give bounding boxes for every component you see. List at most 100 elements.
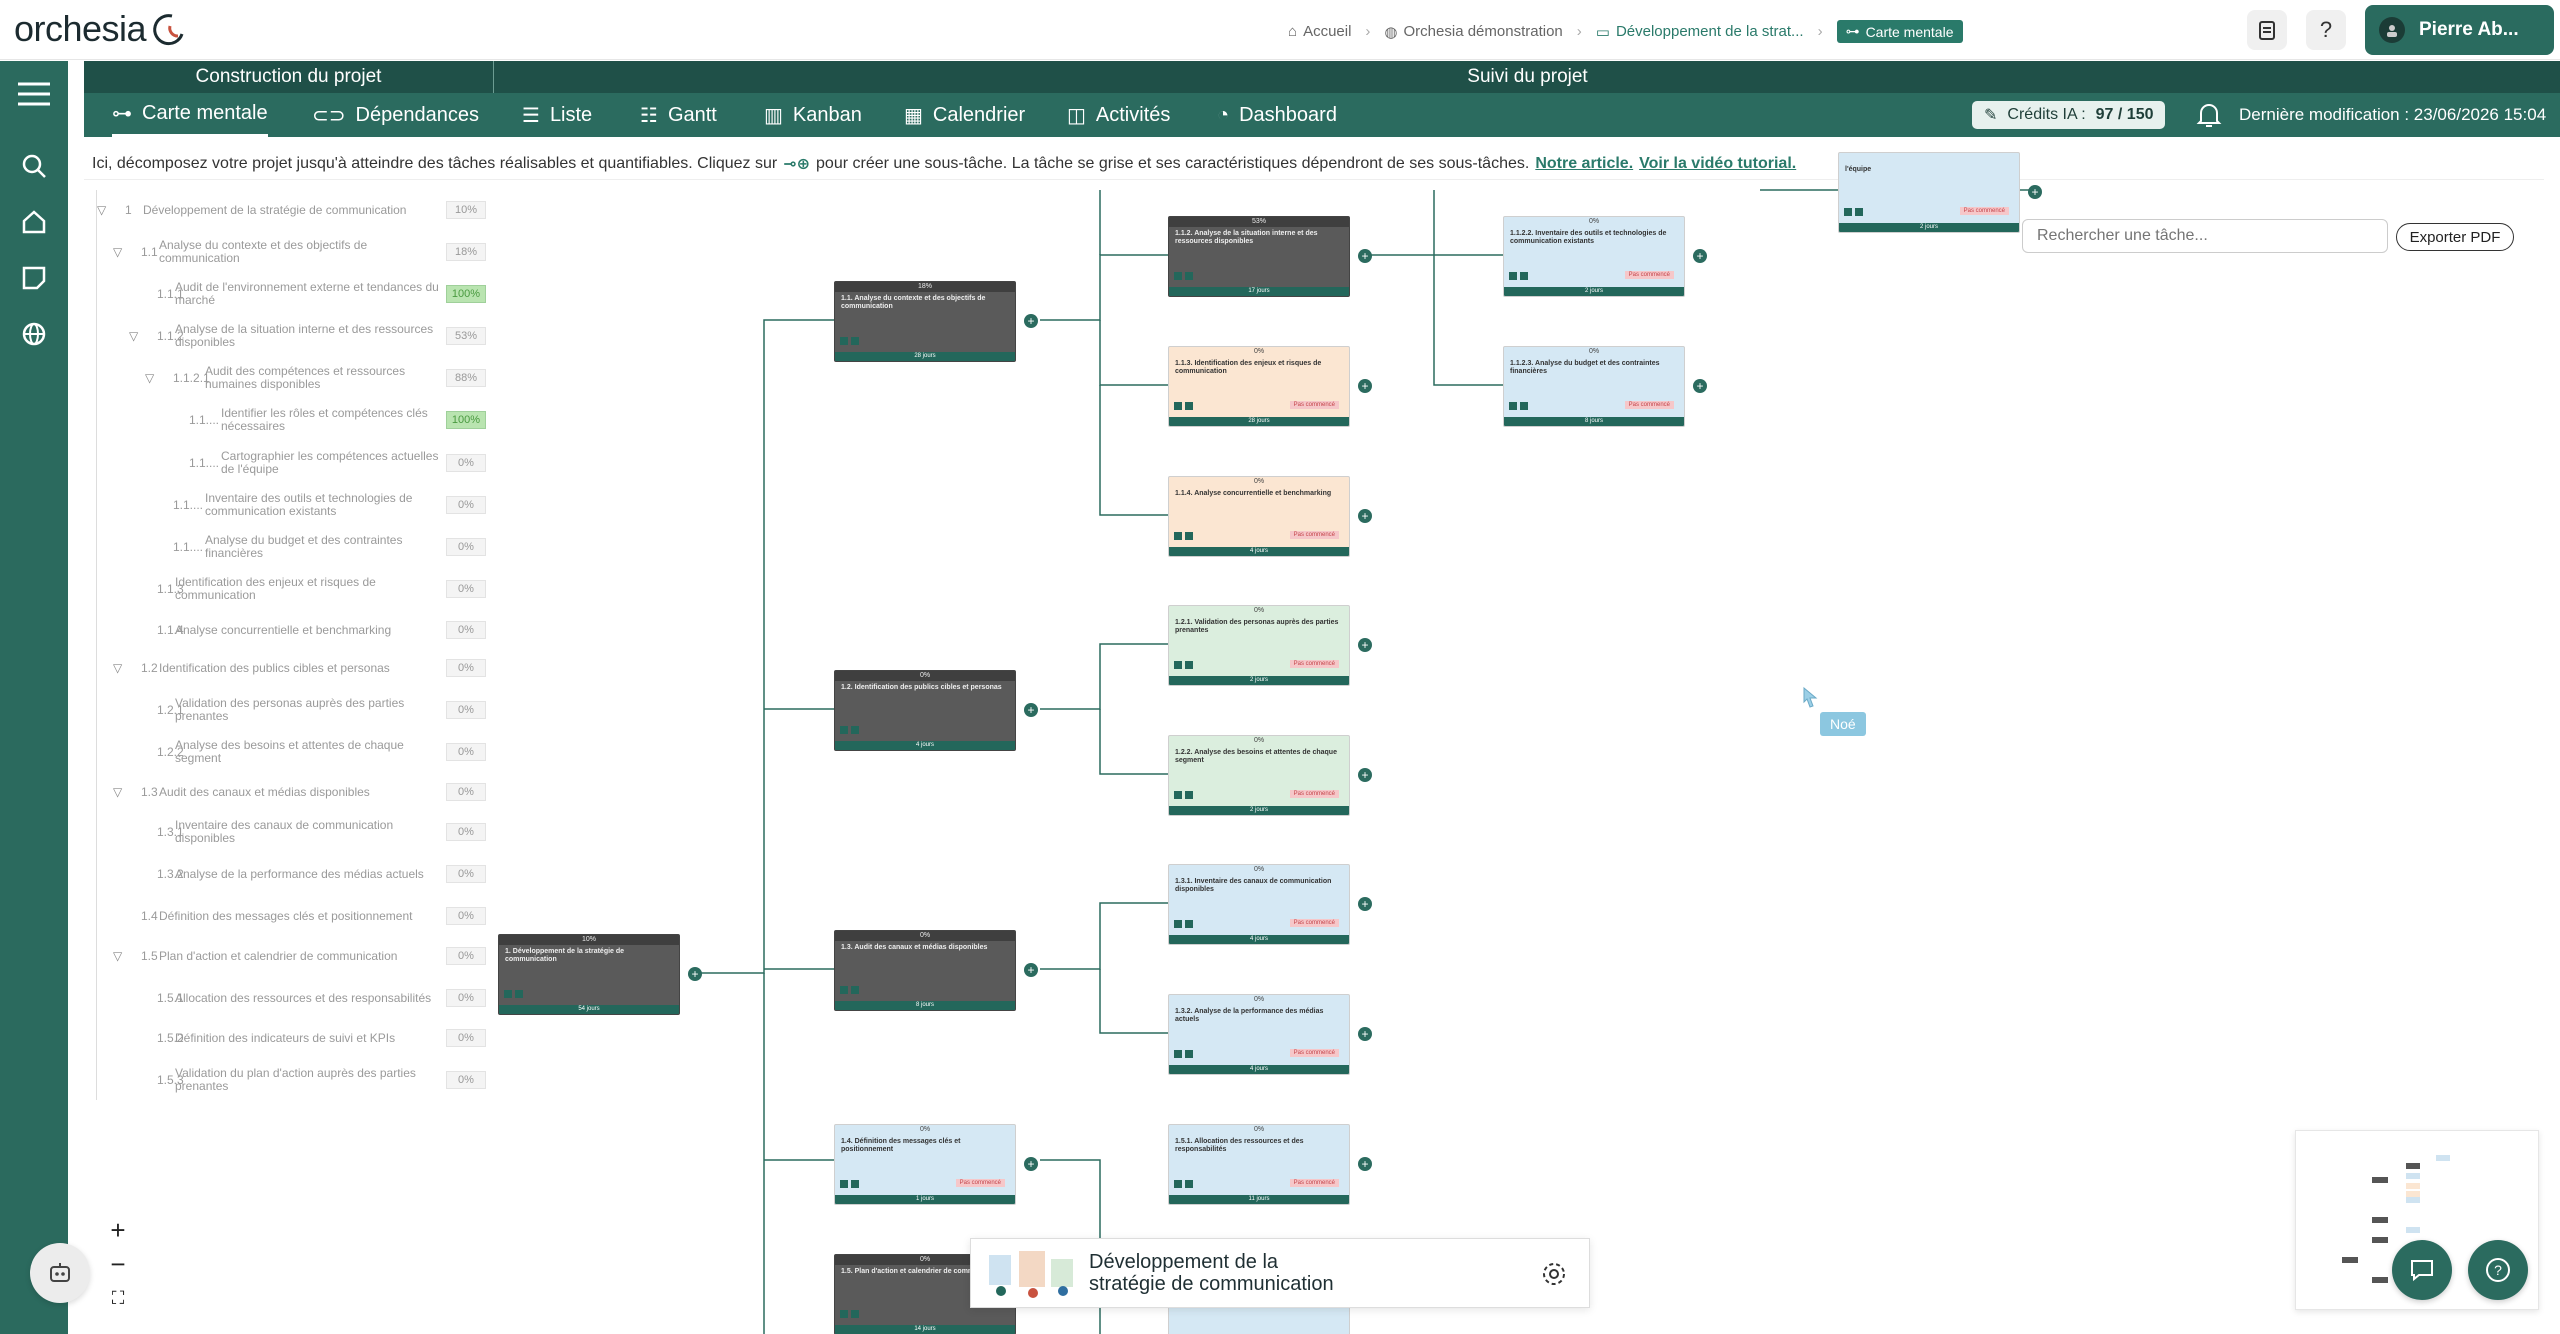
tab-gantt[interactable]: ☷ Gantt [640, 93, 717, 137]
search-icon[interactable] [17, 149, 51, 183]
node-action-icons[interactable] [840, 726, 859, 734]
node-action-icons[interactable] [1844, 208, 1863, 216]
breadcrumb-project[interactable]: ▭ Développement de la strat... [1596, 23, 1804, 41]
task-node[interactable]: 0% 1.2.1. Validation des personas auprès … [1168, 605, 1350, 686]
tab-liste[interactable]: ☰ Liste [522, 93, 592, 137]
node-action-icons[interactable] [840, 986, 859, 994]
tab-carte-mentale[interactable]: ⊶ Carte mentale [112, 93, 268, 137]
globe-icon[interactable] [17, 317, 51, 351]
notes-button[interactable] [2247, 10, 2287, 50]
tree-row-label[interactable]: Analyse concurrentielle et benchmarking [175, 623, 445, 637]
breadcrumb-workspace[interactable]: ◍ Orchesia démonstration [1384, 23, 1562, 41]
add-subtask-icon[interactable]: + [1358, 768, 1372, 782]
tree-row[interactable]: ▽ 1.3 Audit des canaux et médias disponibl… [97, 772, 491, 812]
tree-row-label[interactable]: Allocation des ressources et des respons… [175, 991, 445, 1005]
help-button[interactable]: ? [2306, 10, 2346, 50]
collapse-toggle-icon[interactable]: ▽ [145, 371, 154, 385]
add-subtask-icon[interactable]: + [1693, 249, 1707, 263]
tree-row[interactable]: ▽ 1.1.2.1 Audit des compétences et ressour… [97, 358, 491, 398]
tree-row[interactable]: 1.1.3 Identification des enjeux et risque… [97, 569, 491, 609]
tree-row[interactable]: 1.2.1 Validation des personas auprès des … [97, 690, 491, 730]
task-node[interactable]: 0% 1.1.2.2. Inventaire des outils et tech… [1503, 216, 1685, 297]
add-subtask-icon[interactable]: + [1358, 509, 1372, 523]
tree-row-label[interactable]: Développement de la stratégie de communi… [143, 203, 445, 217]
collapse-toggle-icon[interactable]: ▽ [113, 785, 122, 799]
task-node[interactable]: 0% 1.1.3. Identification des enjeux et ri… [1168, 346, 1350, 427]
tree-row[interactable]: 1.1.4 Analyse concurrentielle et benchmar… [97, 610, 491, 650]
support-button[interactable]: ? [2468, 1240, 2528, 1300]
collapse-toggle-icon[interactable]: ▽ [113, 949, 122, 963]
tree-row[interactable]: 1.3.2 Analyse de la performance des média… [97, 854, 491, 894]
tree-row[interactable]: 1.2.2 Analyse des besoins et attentes de … [97, 732, 491, 772]
task-node[interactable]: 10% 1. Développement de la stratégie de c… [498, 934, 680, 1015]
task-node[interactable]: 18% 1.1. Analyse du contexte et des objec… [834, 281, 1016, 362]
node-action-icons[interactable] [1174, 1180, 1193, 1188]
tree-row-label[interactable]: Analyse de la situation interne et des r… [175, 323, 445, 349]
task-node[interactable]: 0% 1.3.2. Analyse de la performance des m… [1168, 994, 1350, 1075]
tree-row[interactable]: 1.1.... Identifier les rôles et compétenc… [97, 400, 491, 440]
task-node[interactable]: l'équipe Pas commencé 2 jours [1838, 152, 2020, 233]
task-node[interactable]: 0% 1.3.1. Inventaire des canaux de commun… [1168, 864, 1350, 945]
breadcrumb-home[interactable]: ⌂ Accueil [1288, 23, 1351, 40]
tab-dashboard[interactable]: ◔ Dashboard [1217, 93, 1337, 137]
add-subtask-icon[interactable]: + [1024, 314, 1038, 328]
tree-row-label[interactable]: Plan d'action et calendrier de communica… [159, 949, 445, 963]
home-icon[interactable] [17, 205, 51, 239]
node-action-icons[interactable] [1174, 1050, 1193, 1058]
tab-activites[interactable]: ◫ Activités [1067, 93, 1170, 137]
tab-kanban[interactable]: ▥ Kanban [764, 93, 862, 137]
zoom-in-button[interactable]: + [104, 1215, 132, 1245]
tree-row-label[interactable]: Inventaire des canaux de communication d… [175, 819, 445, 845]
task-node[interactable]: 0% 1.2. Identification des publics cibles… [834, 670, 1016, 751]
add-subtask-icon[interactable]: + [1024, 1157, 1038, 1171]
task-node[interactable]: 0% 1.1.2.3. Analyse du budget et des cont… [1503, 346, 1685, 427]
add-subtask-icon[interactable]: + [688, 967, 702, 981]
tree-row-label[interactable]: Analyse du contexte et des objectifs de … [159, 239, 445, 265]
node-action-icons[interactable] [1174, 920, 1193, 928]
tree-row[interactable]: 1.5.2 Définition des indicateurs de suivi… [97, 1018, 491, 1058]
zoom-out-button[interactable]: − [104, 1249, 132, 1279]
chat-button[interactable] [2392, 1240, 2452, 1300]
node-action-icons[interactable] [1509, 402, 1528, 410]
add-subtask-icon[interactable]: + [1024, 963, 1038, 977]
add-subtask-icon[interactable]: + [1358, 897, 1372, 911]
article-link[interactable]: Notre article. [1535, 155, 1633, 173]
node-action-icons[interactable] [840, 1180, 859, 1188]
tree-row-label[interactable]: Analyse de la performance des médias act… [175, 867, 445, 881]
task-node[interactable]: 0% 1.2.2. Analyse des besoins et attentes… [1168, 735, 1350, 816]
breadcrumb-current[interactable]: ⊶ Carte mentale [1836, 20, 1963, 43]
tree-row[interactable]: 1.3.1 Inventaire des canaux de communicat… [97, 812, 491, 852]
tree-row-label[interactable]: Analyse du budget et des contraintes fin… [205, 534, 445, 560]
node-action-icons[interactable] [504, 990, 523, 998]
tree-row[interactable]: ▽ 1.5 Plan d'action et calendrier de commu… [97, 936, 491, 976]
tree-row-label[interactable]: Validation du plan d'action auprès des p… [175, 1067, 445, 1093]
app-logo[interactable]: orchesia [14, 8, 147, 50]
tree-row[interactable]: ▽ 1 Développement de la stratégie de commu… [97, 190, 491, 230]
project-card[interactable]: Développement de la stratégie de communi… [970, 1238, 1590, 1308]
add-subtask-icon[interactable]: + [1358, 638, 1372, 652]
tree-row-label[interactable]: Identification des publics cibles et per… [159, 661, 445, 675]
task-node[interactable]: 0% 1.5.1. Allocation des ressources et de… [1168, 1124, 1350, 1205]
tree-row-label[interactable]: Définition des messages clés et position… [159, 909, 445, 923]
tree-row[interactable]: 1.5.3 Validation du plan d'action auprès … [97, 1060, 491, 1100]
node-action-icons[interactable] [1174, 661, 1193, 669]
task-node[interactable]: 0% 1.4. Définition des messages clés et p… [834, 1124, 1016, 1205]
collapse-toggle-icon[interactable]: ▽ [129, 329, 138, 343]
node-action-icons[interactable] [1174, 402, 1193, 410]
fit-view-button[interactable]: ⛶ [104, 1284, 132, 1312]
collapse-toggle-icon[interactable]: ▽ [113, 245, 122, 259]
tree-row-label[interactable]: Analyse des besoins et attentes de chaqu… [175, 739, 445, 765]
tree-row-label[interactable]: Audit de l'environnement externe et tend… [175, 281, 445, 307]
node-action-icons[interactable] [1509, 272, 1528, 280]
tree-row[interactable]: ▽ 1.2 Identification des publics cibles et… [97, 648, 491, 688]
tree-row[interactable]: 1.1.1 Audit de l'environnement externe et… [97, 274, 491, 314]
tree-row-label[interactable]: Identifier les rôles et compétences clés… [221, 407, 445, 433]
menu-icon[interactable] [17, 77, 51, 111]
tree-row-label[interactable]: Validation des personas auprès des parti… [175, 697, 445, 723]
tree-row-label[interactable]: Audit des canaux et médias disponibles [159, 785, 445, 799]
search-task-input[interactable] [2022, 219, 2388, 253]
tree-row[interactable]: 1.4 Définition des messages clés et posit… [97, 896, 491, 936]
add-subtask-icon[interactable]: + [1358, 1027, 1372, 1041]
user-menu-button[interactable]: Pierre Ab... [2365, 5, 2554, 55]
tree-row-label[interactable]: Définition des indicateurs de suivi et K… [175, 1031, 445, 1045]
